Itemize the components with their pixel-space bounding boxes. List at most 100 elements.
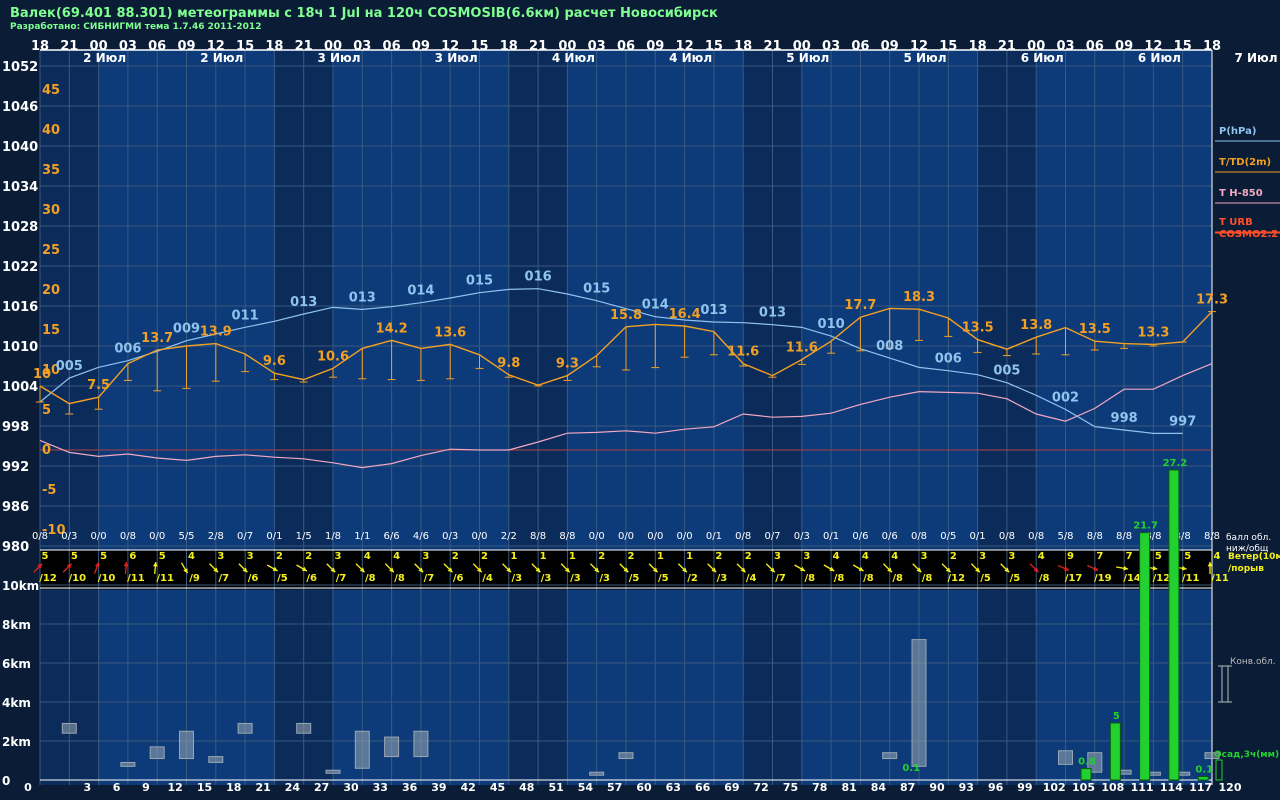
cloud-bar (1058, 750, 1074, 765)
hour-bottom-label: 36 (402, 781, 418, 794)
legend-label: COSMO2.2 (1219, 229, 1278, 240)
hour-bottom-label: 78 (812, 781, 827, 794)
date-label: 2 Июл (83, 51, 126, 65)
wind-speed: 7 (1096, 551, 1103, 562)
wind-speed: 6 (129, 551, 136, 562)
cloud-bar (618, 752, 634, 760)
wind-gust: /8 (1039, 573, 1050, 584)
wind-gust: /5 (277, 573, 288, 584)
meteogram-svg: 18 21 00 03 06 09 12 15 18 21 00 03 06 09 12 15 18 21 00 03… (2, 39, 1280, 794)
wind-gust: /11 (127, 573, 145, 584)
cloud-fraction: 0/1 (970, 531, 986, 542)
temp-value-label: 11.6 (786, 341, 818, 356)
date-label: 6 Июл (1138, 51, 1181, 65)
cloud-bar (882, 752, 898, 760)
precip-label: 0.1 (902, 763, 920, 774)
hour-bottom-label: 87 (900, 781, 915, 794)
wind-speed: 3 (422, 551, 429, 562)
temp-value-label: 13.3 (1137, 325, 1169, 340)
meteogram: Валек(69.401 88.301) метеограммы с 18ч 1… (0, 0, 1280, 800)
cloud-fraction: 5/5 (178, 531, 194, 542)
hour-top-label: 21 (763, 39, 781, 54)
pressure-value-label: 011 (232, 308, 259, 323)
wind-speed: 1 (510, 551, 517, 562)
hour-bottom-label: 27 (314, 781, 329, 794)
temp-value-label: 17.7 (844, 298, 876, 313)
precip-bar (1139, 532, 1151, 781)
hour-top-label: 21 (295, 39, 313, 54)
wind-speed: 4 (891, 551, 898, 562)
wind-speed: 3 (335, 551, 342, 562)
temp-tick: 45 (42, 83, 60, 98)
cloud-fraction: 8/8 (559, 531, 575, 542)
wind-speed: 2 (452, 551, 459, 562)
hour-top-label: 21 (998, 39, 1016, 54)
cloud-fraction: 0/8 (911, 531, 927, 542)
cloud-bar (237, 722, 253, 734)
cloud-fraction: 0/0 (618, 531, 634, 542)
wind-gust: /17 (1065, 573, 1083, 584)
cloud-fraction: 1/8 (325, 531, 341, 542)
pressure-tick: 1016 (2, 300, 38, 315)
wind-speed: 1 (569, 551, 576, 562)
wind-gust: /8 (863, 573, 874, 584)
temp-value-label: 17.3 (1196, 293, 1228, 308)
temp-tick: 15 (42, 323, 60, 338)
hour-bottom-label: 39 (431, 781, 446, 794)
cloud-fraction: 8/8 (1087, 531, 1103, 542)
temp-tick: -5 (42, 483, 56, 498)
precip-legend-box (1215, 759, 1223, 781)
wind-gust: /5 (629, 573, 640, 584)
pressure-tick: 980 (2, 540, 29, 555)
cloud-fraction: 0/6 (882, 531, 898, 542)
hour-bottom-label: 0 (24, 781, 32, 794)
temp-value-label: 14.2 (376, 321, 408, 336)
hour-top-label: 18 (500, 39, 518, 54)
pressure-value-label: 008 (876, 339, 903, 354)
pressure-value-label: 014 (642, 298, 669, 313)
cloud-fraction: 0/8 (1028, 531, 1044, 542)
hour-top-label: 09 (1115, 39, 1133, 54)
legend-label: P(hPa) (1219, 126, 1256, 137)
hour-bottom-label: 54 (578, 781, 594, 794)
wind-gust: /12 (1153, 573, 1171, 584)
km-tick: 6km (2, 657, 31, 671)
wind-speed: 3 (979, 551, 986, 562)
cloud-bar (325, 769, 341, 774)
hour-bottom-label: 18 (226, 781, 241, 794)
cloud-bar (179, 730, 195, 760)
hour-bottom-label: 108 (1101, 781, 1124, 794)
precip-bar (1197, 776, 1209, 781)
wind-gust: /2 (687, 573, 698, 584)
pressure-tick: 1004 (2, 380, 38, 395)
precip-bar (1080, 768, 1092, 781)
pressure-value-label: 997 (1169, 414, 1196, 429)
hour-bottom-label: 15 (197, 781, 212, 794)
wind-speed: 5 (71, 551, 78, 562)
hour-top-label: 06 (851, 39, 869, 54)
precip-bar (1109, 722, 1121, 781)
cloud-fraction: 2/8 (208, 531, 224, 542)
pressure-value-label: 002 (1052, 390, 1079, 405)
wind-gust: /7 (775, 573, 786, 584)
hour-bottom-label: 42 (461, 781, 476, 794)
wind-gust: /14 (1123, 573, 1141, 584)
wind-gust: /3 (511, 573, 522, 584)
cloud-bar (120, 761, 136, 767)
wind-speed: 1 (686, 551, 693, 562)
hour-top-label: 09 (646, 39, 664, 54)
cloud-bar (413, 730, 429, 758)
precip-label: 5 (1113, 711, 1120, 722)
hour-bottom-label: 57 (607, 781, 622, 794)
km-tick: 4km (2, 696, 31, 710)
cloud-fraction: 8/8 (1116, 531, 1132, 542)
wind-speed: 7 (1126, 551, 1133, 562)
cloud-fraction: 8/8 (1204, 531, 1220, 542)
hour-bottom-label: 60 (636, 781, 652, 794)
cloud-fraction: 0/6 (852, 531, 868, 542)
wind-gust: /8 (804, 573, 815, 584)
pressure-value-label: 015 (583, 282, 610, 297)
cloud-fraction: 0/0 (589, 531, 605, 542)
temp-value-label: 13.9 (200, 325, 232, 340)
temp-value-label: 9.3 (556, 357, 579, 372)
